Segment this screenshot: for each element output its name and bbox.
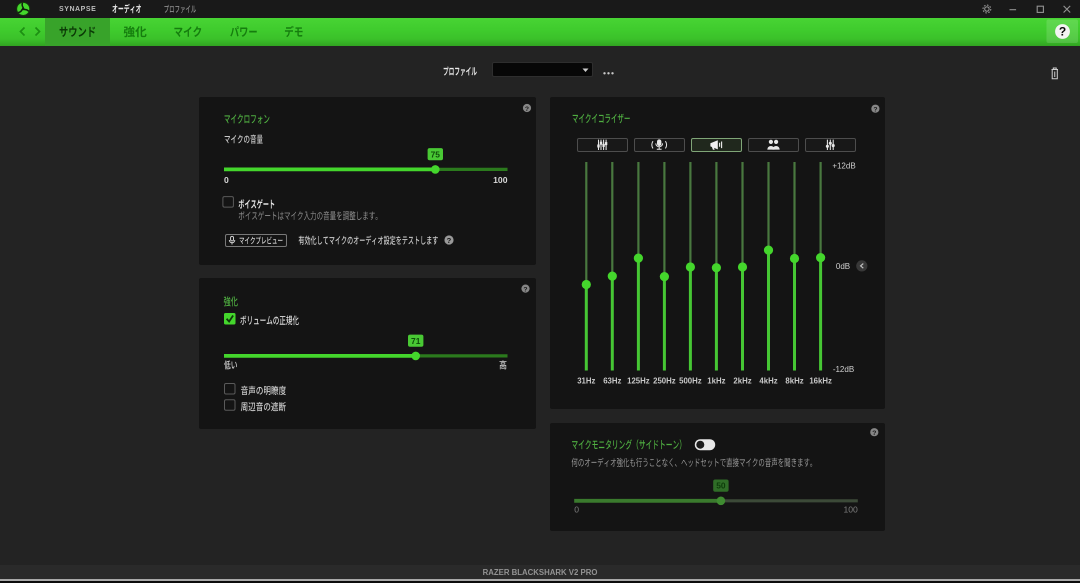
- svg-text:2kHz: 2kHz: [733, 377, 751, 386]
- svg-text:?: ?: [1059, 24, 1066, 38]
- svg-text:500Hz: 500Hz: [679, 377, 702, 386]
- svg-text:125Hz: 125Hz: [627, 377, 650, 386]
- svg-text:250Hz: 250Hz: [653, 377, 676, 386]
- svg-text:75: 75: [431, 149, 441, 159]
- svg-text:+12dB: +12dB: [832, 161, 855, 170]
- svg-text:71: 71: [411, 336, 421, 346]
- svg-text:0: 0: [574, 505, 579, 515]
- svg-text:?: ?: [525, 106, 529, 113]
- svg-text:16kHz: 16kHz: [809, 377, 832, 386]
- svg-text:50: 50: [716, 481, 726, 491]
- svg-text:100: 100: [843, 505, 858, 515]
- svg-text:8kHz: 8kHz: [785, 377, 803, 386]
- svg-text:63Hz: 63Hz: [603, 377, 621, 386]
- svg-text:?: ?: [523, 287, 527, 294]
- svg-text:1kHz: 1kHz: [707, 377, 725, 386]
- svg-text:0dB: 0dB: [836, 262, 850, 271]
- svg-text:?: ?: [872, 430, 876, 437]
- svg-text:-12dB: -12dB: [833, 365, 854, 374]
- svg-text:?: ?: [873, 107, 877, 114]
- svg-text:100: 100: [493, 175, 508, 185]
- svg-text:0: 0: [224, 175, 229, 185]
- svg-text:31Hz: 31Hz: [577, 377, 595, 386]
- svg-text:4kHz: 4kHz: [759, 377, 777, 386]
- svg-text:?: ?: [447, 236, 452, 245]
